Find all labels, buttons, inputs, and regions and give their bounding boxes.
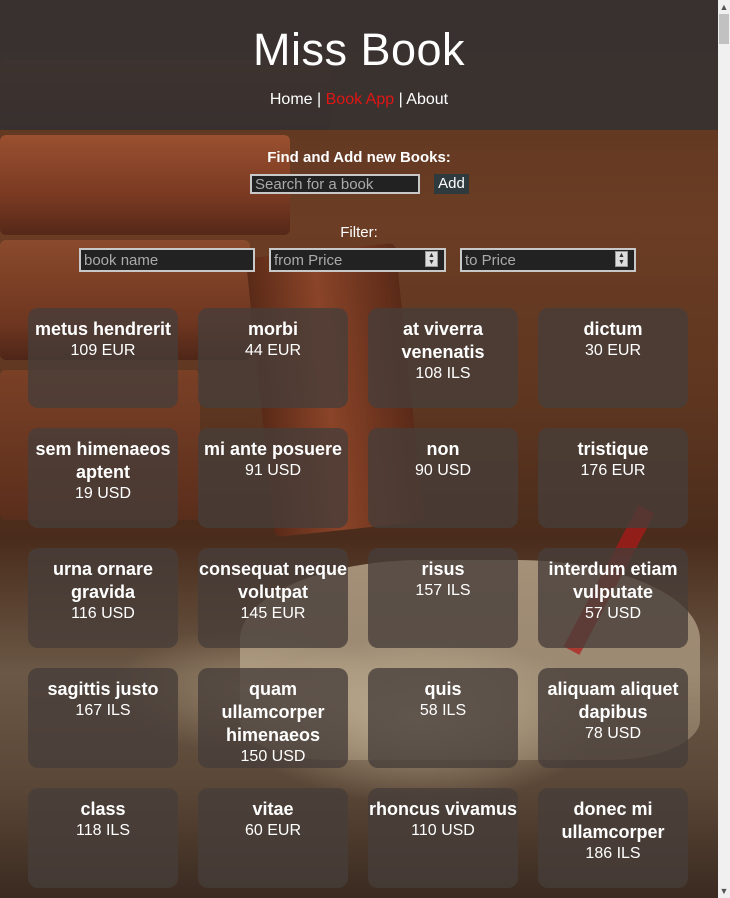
filter-row: ▲▼ ▲▼ [0,248,718,272]
filter-from-price-input[interactable] [269,248,446,272]
book-card[interactable]: quam ullamcorper himenaeos 150 USD [198,668,348,768]
book-price: 176 EUR [580,462,646,479]
book-price: 157 ILS [415,582,471,599]
to-price-spinner-icon[interactable]: ▲ ▼ [615,251,628,267]
book-title: aliquam aliquet dapibus [547,679,679,722]
book-title: morbi [247,319,298,339]
book-card[interactable]: urna ornare gravida 116 USD [28,548,178,648]
app-header: Miss Book Home | Book App | About [0,0,718,130]
add-book-button[interactable]: Add [434,174,469,194]
from-price-spinner-icon[interactable]: ▲ ▼ [425,251,438,267]
book-card[interactable]: aliquam aliquet dapibus 78 USD [538,668,688,768]
app-logo: Miss Book [252,24,466,75]
book-title: vitae [252,799,294,819]
book-price: 91 USD [244,462,302,479]
book-price: 19 USD [74,485,132,502]
book-card[interactable]: morbi 44 EUR [198,308,348,408]
book-card[interactable]: consequat neque volutpat 145 EUR [198,548,348,648]
book-title: non [426,439,460,459]
book-title: at viverra venenatis [401,319,485,362]
book-title: quis [424,679,462,699]
book-title: rhoncus vivamus [368,799,518,819]
book-price: 186 ILS [585,845,641,862]
add-book-row: Add [250,174,470,198]
book-price: 145 EUR [240,605,306,622]
nav-about-link[interactable]: About [406,91,448,108]
book-card[interactable]: rhoncus vivamus 110 USD [368,788,518,888]
book-title: urna ornare gravida [52,559,154,602]
nav-separator: | [398,91,403,108]
book-title: donec mi ullamcorper [561,799,665,842]
book-card[interactable]: class 118 ILS [28,788,178,888]
book-title: sem himenaeos aptent [35,439,171,482]
book-card[interactable]: sem himenaeos aptent 19 USD [28,428,178,528]
book-card[interactable]: vitae 60 EUR [198,788,348,888]
book-title: consequat neque volutpat [198,559,348,602]
filter-name-input[interactable] [79,248,255,272]
scroll-down-icon[interactable]: ▼ [718,884,730,898]
book-title: class [80,799,126,819]
book-title: interdum etiam vulputate [548,559,678,602]
book-price: 109 EUR [70,342,136,359]
filter-label: Filter: [340,224,378,241]
book-price: 57 USD [584,605,642,622]
book-price: 118 ILS [76,822,130,839]
add-book-title: Find and Add new Books: [267,149,451,166]
book-card[interactable]: sagittis justo 167 ILS [28,668,178,768]
book-card[interactable]: metus hendrerit 109 EUR [28,308,178,408]
book-title: tristique [577,439,649,459]
book-card[interactable]: mi ante posuere 91 USD [198,428,348,528]
book-title: dictum [583,319,643,339]
book-price: 108 ILS [415,365,471,382]
scroll-up-icon[interactable]: ▲ [718,0,730,14]
book-title: quam ullamcorper himenaeos [221,679,325,745]
book-price: 90 USD [414,462,472,479]
book-price: 150 USD [240,748,306,765]
scroll-thumb[interactable] [719,14,729,44]
book-search-input[interactable] [250,174,420,194]
book-price: 30 EUR [584,342,642,359]
book-card[interactable]: risus 157 ILS [368,548,518,648]
book-card[interactable]: dictum 30 EUR [538,308,688,408]
filter-to-price-input[interactable] [460,248,636,272]
book-title: risus [421,559,465,579]
book-price: 60 EUR [244,822,302,839]
nav-home-link[interactable]: Home [270,91,313,108]
book-card[interactable]: non 90 USD [368,428,518,528]
main-nav: Home | Book App | About [0,90,718,110]
book-price: 110 USD [411,822,475,839]
book-price: 116 USD [71,605,135,622]
page-scrollbar[interactable]: ▲ ▼ [718,0,730,898]
book-price: 44 EUR [244,342,302,359]
nav-book-app-link[interactable]: Book App [326,91,395,108]
book-price: 167 ILS [75,702,131,719]
book-card[interactable]: donec mi ullamcorper 186 ILS [538,788,688,888]
book-card[interactable]: tristique 176 EUR [538,428,688,528]
nav-separator: | [317,91,322,108]
book-card[interactable]: interdum etiam vulputate 57 USD [538,548,688,648]
book-price: 58 ILS [419,702,467,719]
book-card[interactable]: quis 58 ILS [368,668,518,768]
book-title: mi ante posuere [203,439,343,459]
book-price: 78 USD [584,725,642,742]
book-card[interactable]: at viverra venenatis 108 ILS [368,308,518,408]
book-title: metus hendrerit [34,319,172,339]
add-book-section: Find and Add new Books: Add [0,149,718,194]
book-title: sagittis justo [47,679,159,699]
